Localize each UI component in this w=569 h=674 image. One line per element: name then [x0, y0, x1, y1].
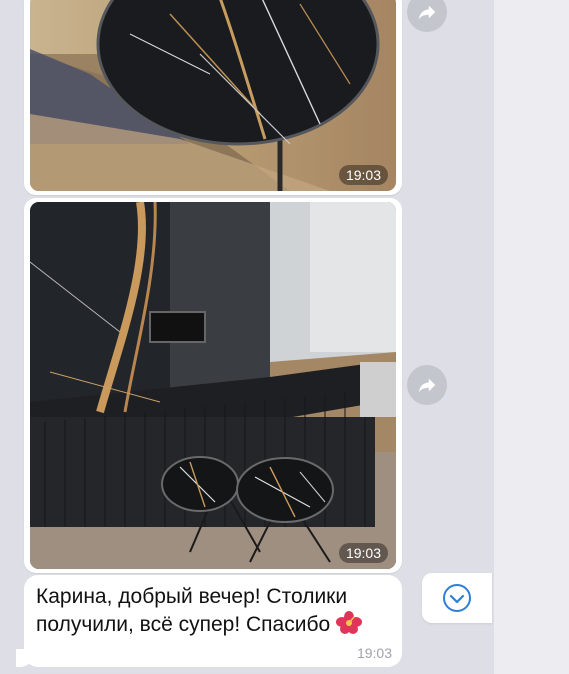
side-panel-strip — [494, 0, 569, 674]
message-time: 19:03 — [356, 645, 392, 661]
bubble-tail — [16, 649, 34, 667]
photo-tv-console-and-tables[interactable] — [30, 202, 396, 569]
chevron-down-icon — [443, 584, 471, 612]
photo-message[interactable]: 19:03 — [24, 0, 402, 195]
photo-round-marble-table[interactable] — [30, 0, 396, 191]
message-text: Карина, добрый вечер! Столики получили, … — [36, 583, 396, 639]
message-time: 19:03 — [338, 543, 388, 563]
message-body: Карина, добрый вечер! Столики получили, … — [36, 585, 348, 636]
photo-image — [30, 0, 396, 191]
photo-message[interactable]: 19:03 — [24, 198, 402, 573]
hibiscus-icon — [336, 611, 362, 634]
share-arrow-icon — [418, 5, 436, 20]
text-message[interactable]: Карина, добрый вечер! Столики получили, … — [16, 575, 402, 667]
share-button[interactable] — [407, 365, 447, 405]
share-arrow-icon — [418, 378, 436, 393]
scroll-to-bottom-button[interactable] — [422, 573, 492, 623]
message-time: 19:03 — [338, 165, 388, 185]
photo-image — [30, 202, 396, 569]
